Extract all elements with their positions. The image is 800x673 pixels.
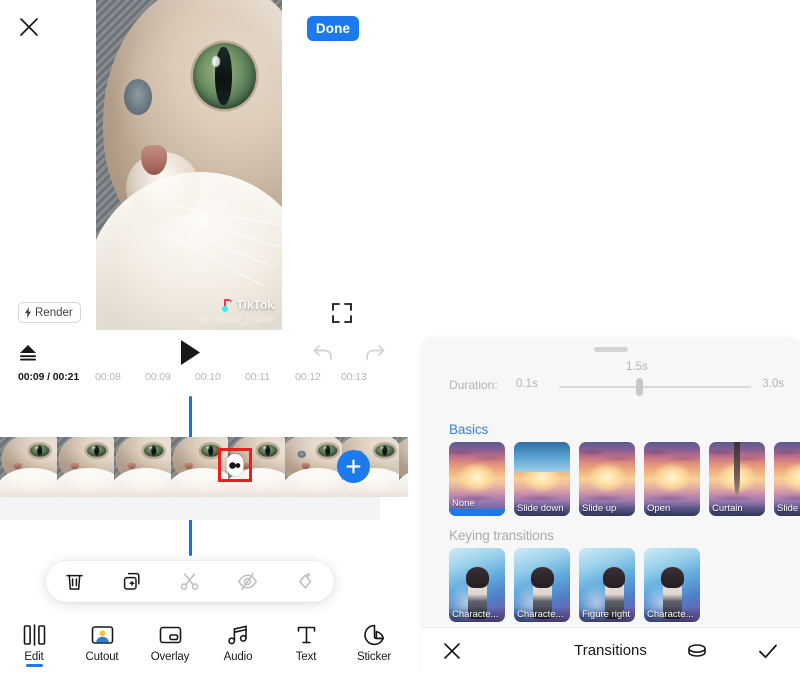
- sheet-title: Transitions: [574, 642, 647, 659]
- duration-slider-track[interactable]: [559, 386, 751, 388]
- bottom-nav: Edit Cutout Overlay Audio Text Sticker: [0, 616, 408, 673]
- transport-controls: [0, 337, 408, 373]
- clip-tools-toolbar: [46, 561, 334, 602]
- transition-option-slide-up[interactable]: Slide up: [579, 442, 635, 516]
- transition-label: Characte...: [644, 607, 700, 622]
- nav-label: Cutout: [85, 651, 119, 663]
- duration-slider-row: Duration: 0.1s 1.5s 3.0s: [421, 361, 800, 400]
- filmstrip-frame[interactable]: [399, 437, 408, 497]
- transition-label: Slide down: [514, 501, 570, 516]
- confirm-button[interactable]: [756, 639, 780, 663]
- nav-item-cutout[interactable]: Cutout: [68, 616, 136, 663]
- sticker-icon: [361, 622, 387, 647]
- ruler-tick: 00:10: [195, 371, 221, 383]
- transitions-sheet: Duration: 0.1s 1.5s 3.0s Basics None Sli…: [421, 338, 800, 673]
- nav-item-text[interactable]: Text: [272, 616, 340, 663]
- duration-max-label: 3.0s: [762, 378, 784, 390]
- current-time-label: 00:09 / 00:21: [18, 371, 80, 383]
- nav-label: Sticker: [356, 651, 392, 663]
- ruler-tick: 00:13: [341, 371, 367, 383]
- play-button[interactable]: [178, 339, 202, 366]
- nav-label: Text: [295, 651, 317, 663]
- undo-icon[interactable]: [312, 342, 334, 364]
- tiktok-watermark-handle: @creator_profile: [200, 314, 274, 324]
- transition-option-none[interactable]: None: [449, 442, 505, 516]
- text-t-icon: [293, 622, 319, 647]
- add-clip-button[interactable]: [337, 450, 370, 483]
- duration-value-label: 1.5s: [626, 361, 648, 373]
- filmstrip-frame[interactable]: [285, 437, 342, 497]
- transition-option-character-4[interactable]: Characte...: [644, 548, 700, 622]
- transitions-footer: Transitions: [421, 627, 800, 673]
- transition-label: Characte...: [449, 607, 505, 622]
- ruler-tick: 00:08: [95, 371, 121, 383]
- filmstrip-frame[interactable]: [114, 437, 171, 497]
- redo-icon[interactable]: [364, 342, 386, 364]
- close-icon[interactable]: [16, 14, 42, 40]
- transition-button[interactable]: [291, 568, 319, 596]
- transition-label: Figure right: [579, 607, 635, 622]
- tiktok-note-icon: [222, 298, 233, 312]
- transition-option-character-1[interactable]: Characte...: [449, 548, 505, 622]
- ruler-tick: 00:09: [145, 371, 171, 383]
- transition-option-character-2[interactable]: Characte...: [514, 548, 570, 622]
- nav-label: Audio: [223, 651, 253, 663]
- duration-label: Duration:: [449, 378, 498, 392]
- transition-label: Slide le...: [774, 501, 800, 516]
- audio-track[interactable]: [0, 497, 380, 520]
- transition-marker[interactable]: [218, 448, 252, 482]
- video-preview[interactable]: TikTok @creator_profile: [96, 0, 282, 330]
- ruler-tick: 00:11: [245, 371, 270, 383]
- nav-item-edit[interactable]: Edit: [0, 616, 68, 667]
- basics-transition-row[interactable]: None Slide down Slide up Open Curtain Sl…: [449, 442, 800, 516]
- edit-clips-icon: [21, 622, 47, 647]
- transition-label: Curtain: [709, 501, 765, 516]
- drag-handle[interactable]: [593, 347, 628, 352]
- lightning-bolt-icon: [25, 307, 31, 318]
- fullscreen-icon[interactable]: [330, 301, 354, 325]
- filmstrip-frame[interactable]: [0, 437, 57, 497]
- duplicate-button[interactable]: [118, 568, 146, 596]
- render-button[interactable]: Render: [18, 302, 81, 323]
- nav-item-audio[interactable]: Audio: [204, 616, 272, 663]
- eject-icon[interactable]: [17, 342, 39, 364]
- transition-option-open[interactable]: Open: [644, 442, 700, 516]
- video-frame-image: [96, 0, 282, 330]
- nav-item-overlay[interactable]: Overlay: [136, 616, 204, 663]
- hide-button[interactable]: [234, 568, 262, 596]
- music-note-icon: [225, 622, 251, 647]
- coin-stack-icon[interactable]: [685, 639, 709, 663]
- transition-label: Open: [644, 501, 700, 516]
- nav-label: Edit: [24, 651, 44, 663]
- overlay-frame-icon: [157, 622, 183, 647]
- nav-active-indicator: [25, 664, 43, 667]
- transition-option-slide-down[interactable]: Slide down: [514, 442, 570, 516]
- duration-slider-handle[interactable]: [636, 378, 643, 396]
- transition-option-slide-left[interactable]: Slide le...: [774, 442, 800, 516]
- cutout-person-icon: [89, 622, 115, 647]
- nav-item-sticker[interactable]: Sticker: [340, 616, 408, 663]
- render-label: Render: [35, 306, 73, 319]
- section-title-keying: Keying transitions: [449, 528, 554, 543]
- section-title-basics: Basics: [449, 422, 489, 437]
- selected-indicator: [449, 509, 505, 516]
- duration-min-label: 0.1s: [516, 378, 538, 390]
- app-screen: Done TikTok @creator_profile Render 00:0…: [0, 0, 800, 673]
- transition-option-figure-right[interactable]: Figure right: [579, 548, 635, 622]
- ruler-tick: 00:12: [295, 371, 321, 383]
- transition-label: Characte...: [514, 607, 570, 622]
- video-editor-pane: Done TikTok @creator_profile Render 00:0…: [0, 0, 408, 673]
- tiktok-watermark: TikTok: [222, 298, 274, 312]
- transitions-pane: TikTok @creator_profile Duration: 0.1s 1…: [408, 0, 800, 673]
- split-button[interactable]: [176, 568, 204, 596]
- transition-icon: [226, 454, 244, 476]
- transition-option-curtain[interactable]: Curtain: [709, 442, 765, 516]
- nav-label: Overlay: [150, 651, 190, 663]
- filmstrip-frame[interactable]: [57, 437, 114, 497]
- keying-transition-row[interactable]: Characte... Characte... Figure right Cha…: [449, 548, 700, 622]
- transition-label: Slide up: [579, 501, 635, 516]
- delete-button[interactable]: [61, 568, 89, 596]
- done-button[interactable]: Done: [307, 16, 359, 41]
